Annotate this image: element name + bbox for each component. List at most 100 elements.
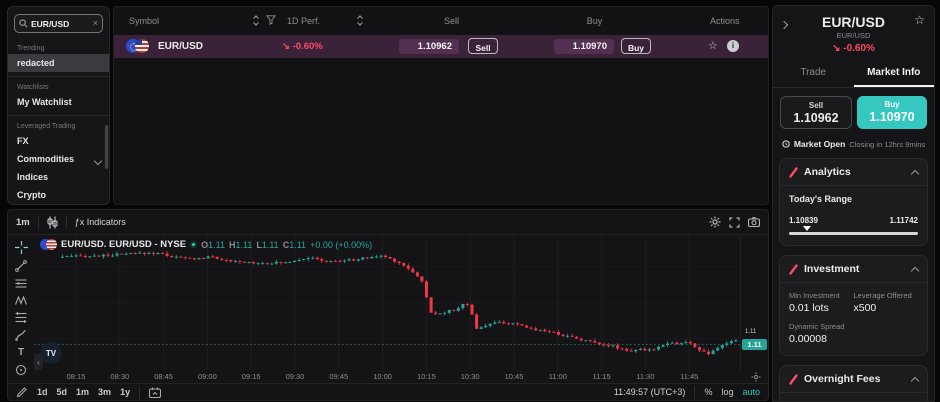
range-marker: [803, 226, 811, 231]
trend-line-tool-icon[interactable]: [14, 260, 29, 272]
chevron-up-icon: [911, 376, 919, 384]
range-track: [789, 232, 918, 235]
time-tick: 11:00: [549, 372, 567, 381]
candlestick-svg: [34, 235, 740, 370]
tab-market-info[interactable]: Market Info: [854, 62, 935, 87]
sidebar-item-shares[interactable]: Shares: [8, 204, 109, 205]
fib-retracement-tool-icon[interactable]: [14, 312, 29, 323]
buy-button[interactable]: Buy 1.10970: [857, 96, 927, 129]
brush-tool-icon[interactable]: [14, 329, 29, 341]
collapse-toolbar-tab[interactable]: ‹: [34, 354, 43, 370]
time-tick: 10:30: [461, 372, 480, 381]
eurusd-flag-icon: [40, 239, 57, 250]
collapse-panel-icon[interactable]: [781, 15, 787, 33]
range-1m[interactable]: 1m: [76, 387, 89, 397]
column-symbol[interactable]: Symbol: [129, 16, 159, 26]
chart-panel: 1m ƒx Indicators T: [7, 209, 769, 401]
column-sell: Sell: [414, 16, 459, 26]
candlestick-style-icon[interactable]: [47, 216, 58, 229]
sort-icon[interactable]: [356, 15, 364, 26]
range-label: Today's Range: [789, 194, 918, 204]
overnight-icon: [789, 374, 798, 385]
trading-app: × Trending redacted Watchlists My Watchl…: [0, 0, 940, 402]
text-tool-icon[interactable]: T: [14, 347, 29, 358]
spread-label: Dynamic Spread: [789, 322, 918, 331]
sidebar-item-crypto[interactable]: Crypto: [8, 186, 109, 204]
auto-scale-button[interactable]: auto: [742, 387, 760, 397]
sidebar-item-my-watchlist[interactable]: My Watchlist: [8, 93, 109, 111]
analytics-card: Analytics Today's Range 1.10839 1.11742: [779, 158, 928, 246]
sidebar: × Trending redacted Watchlists My Watchl…: [7, 6, 110, 205]
time-tick: 10:15: [417, 372, 436, 381]
price-axis[interactable]: 1.11 1.11: [740, 235, 768, 370]
chart-settings-gear-icon[interactable]: [709, 216, 721, 228]
sort-icon[interactable]: [252, 15, 260, 26]
time-axis[interactable]: 08:1508:3008:4509:0009:1509:3009:4510:00…: [8, 370, 768, 384]
row-perf: ↘ -0.60%: [282, 41, 323, 52]
panel-tabs: Trade Market Info: [773, 62, 934, 88]
search-input[interactable]: [31, 19, 90, 29]
crosshair-tool-icon[interactable]: [14, 241, 29, 254]
market-status-label: Market Open: [794, 139, 846, 149]
sidebar-item-trending-0[interactable]: redacted: [8, 54, 109, 72]
row-buy-button[interactable]: Buy: [621, 38, 651, 54]
filter-icon[interactable]: [266, 15, 276, 25]
sidebar-scrollbar[interactable]: [105, 125, 108, 169]
sell-button[interactable]: Sell 1.10962: [780, 96, 852, 129]
range-3m[interactable]: 3m: [98, 387, 111, 397]
fullscreen-icon[interactable]: [729, 217, 740, 228]
sidebar-item-indices[interactable]: Indices: [8, 168, 109, 186]
price-axis-tick: 1.11: [745, 329, 756, 335]
clock-display[interactable]: 11:49:57 (UTC+3): [614, 387, 686, 397]
eurusd-flag-icon: [126, 39, 152, 53]
section-label-leveraged: Leveraged Trading: [8, 117, 109, 132]
calendar-icon[interactable]: [149, 387, 161, 398]
section-label-trending: Trending: [8, 39, 109, 54]
clock-icon: [782, 140, 790, 148]
parallel-lines-tool-icon[interactable]: [14, 278, 29, 289]
tab-trade[interactable]: Trade: [773, 62, 854, 87]
column-actions: Actions: [710, 16, 740, 26]
spread-value: 0.00008: [789, 333, 918, 345]
divider: [8, 76, 109, 77]
time-tick: 10:45: [505, 372, 524, 381]
analytics-header[interactable]: Analytics: [780, 159, 927, 186]
leverage-value: x500: [854, 302, 919, 314]
investment-header[interactable]: Investment: [780, 256, 927, 283]
measure-pencil-icon[interactable]: [16, 386, 28, 398]
clear-search-icon[interactable]: ×: [93, 19, 98, 28]
chart-plot[interactable]: EUR/USD. EUR/USD - NYSE O1.11 H1.11 L1.1…: [34, 235, 740, 370]
search-icon: [19, 19, 28, 28]
log-scale-button[interactable]: log: [721, 387, 733, 397]
sidebar-item-commodities[interactable]: Commodities: [8, 150, 109, 168]
leverage-label: Leverage Offered: [854, 291, 919, 300]
sidebar-item-fx[interactable]: FX: [8, 132, 109, 150]
time-tick: 09:15: [242, 372, 261, 381]
timeframe-button[interactable]: 1m: [16, 217, 30, 228]
investment-card: Investment Min Investment0.01 lots Lever…: [779, 255, 928, 356]
indicators-button[interactable]: ƒx Indicators: [75, 217, 126, 227]
favorite-star-icon[interactable]: ☆: [708, 39, 718, 52]
range-1y[interactable]: 1y: [120, 387, 130, 397]
watchlist-row[interactable]: EUR/USD ↘ -0.60% 1.10962 Sell 1.10970 Bu…: [114, 35, 768, 58]
chart-bottom-bar: 1d 5d 1m 3m 1y 11:49:57 (UTC+3) % log au…: [8, 384, 768, 400]
camera-screenshot-icon[interactable]: [748, 217, 760, 227]
range-5d[interactable]: 5d: [57, 387, 68, 397]
xabcd-pattern-tool-icon[interactable]: [14, 295, 29, 306]
favorite-star-icon[interactable]: ☆: [914, 13, 925, 27]
percent-scale-button[interactable]: %: [704, 387, 712, 397]
info-icon[interactable]: i: [727, 40, 739, 52]
tradingview-logo[interactable]: TV: [40, 342, 62, 364]
search-box[interactable]: ×: [14, 14, 103, 33]
chevron-down-icon: [94, 157, 102, 165]
range-1d[interactable]: 1d: [37, 387, 48, 397]
time-tick: 09:30: [286, 372, 305, 381]
market-status-detail: Closing in 12hrs 9mins: [849, 140, 925, 149]
column-perf[interactable]: 1D Perf.: [287, 16, 320, 26]
axis-settings-gear-icon[interactable]: [751, 372, 761, 382]
time-tick: 08:15: [67, 372, 86, 381]
overnight-header[interactable]: Overnight Fees: [780, 366, 927, 393]
table-header: Symbol 1D Perf. Sell Buy Actions: [114, 7, 768, 34]
legend-symbol: EUR/USD. EUR/USD - NYSE: [61, 239, 186, 250]
row-sell-button[interactable]: Sell: [468, 38, 498, 54]
